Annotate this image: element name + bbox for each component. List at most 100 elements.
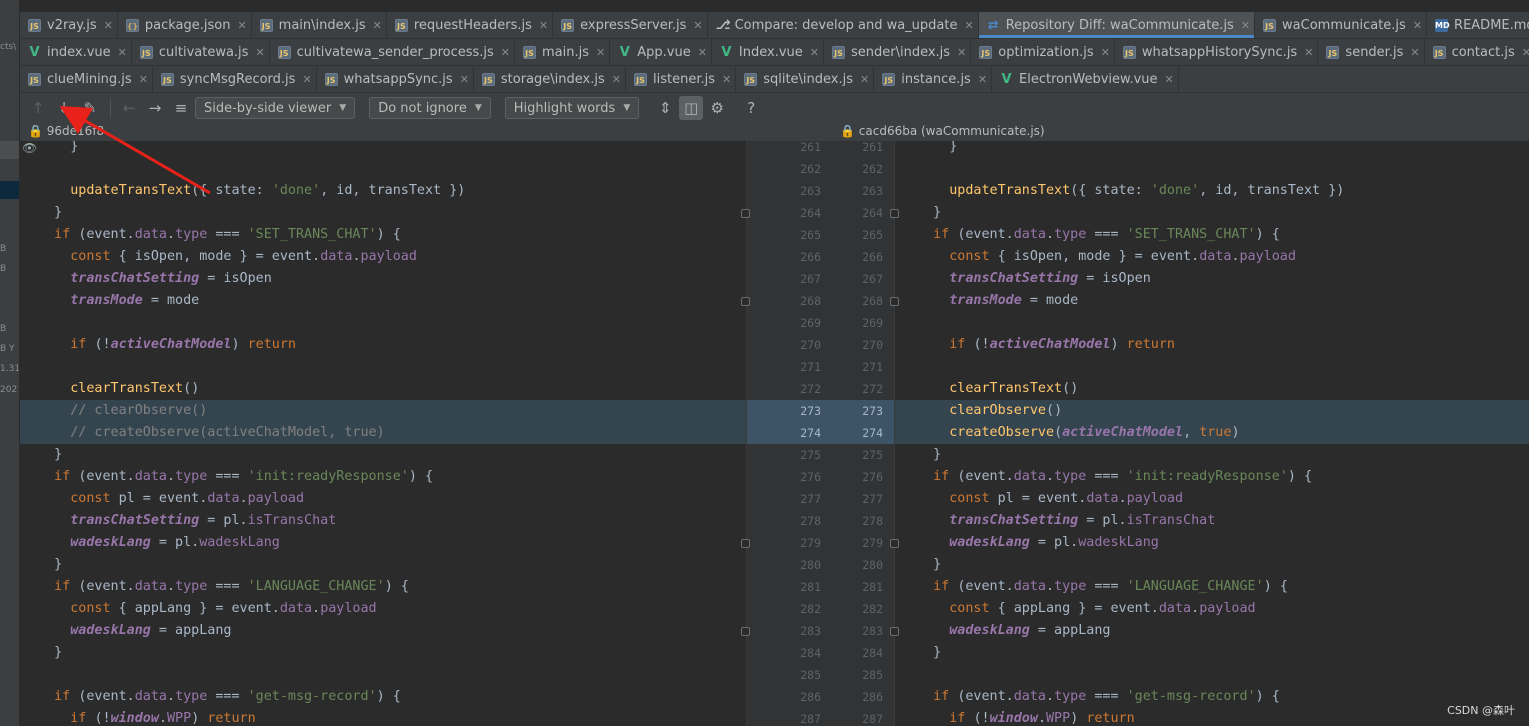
left-code-line[interactable] <box>20 356 746 378</box>
fold-marker-icon[interactable] <box>741 297 750 306</box>
close-icon[interactable]: ✕ <box>698 46 707 59</box>
close-icon[interactable]: ✕ <box>539 19 548 32</box>
close-icon[interactable]: ✕ <box>612 73 621 86</box>
tab-compare-develop-and-wa-update[interactable]: ⎇ Compare: develop and wa_update ✕ <box>708 12 979 38</box>
right-code-line[interactable]: const pl = event.data.payload <box>895 488 1529 510</box>
close-icon[interactable]: ✕ <box>1241 19 1250 32</box>
close-icon[interactable]: ✕ <box>1165 73 1174 86</box>
close-icon[interactable]: ✕ <box>978 73 987 86</box>
tab-index-vue[interactable]: V Index.vue ✕ <box>712 39 824 65</box>
close-icon[interactable]: ✕ <box>860 73 869 86</box>
right-code-line[interactable] <box>895 312 1529 334</box>
left-code-line[interactable]: clearTransText() <box>20 378 746 400</box>
close-icon[interactable]: ✕ <box>139 73 148 86</box>
tree-row-highlighted[interactable] <box>0 181 19 199</box>
close-icon[interactable]: ✕ <box>501 46 510 59</box>
left-code-line[interactable]: wadeskLang = appLang <box>20 620 746 642</box>
right-code-line[interactable]: transChatSetting = pl.isTransChat <box>895 510 1529 532</box>
right-code-line[interactable]: } <box>895 141 1529 158</box>
list-icon[interactable]: ≡ <box>169 96 193 120</box>
project-panel-strip[interactable]: cts\ B B B B Y 1.31 202 <box>0 0 20 726</box>
left-code-line[interactable]: if (!activeChatModel) return <box>20 334 746 356</box>
close-icon[interactable]: ✕ <box>964 19 973 32</box>
left-code-line[interactable] <box>20 664 746 686</box>
close-icon[interactable]: ✕ <box>118 46 127 59</box>
close-icon[interactable]: ✕ <box>1304 46 1313 59</box>
right-code-line[interactable]: clearObserve() <box>895 400 1529 422</box>
tree-row-selected[interactable] <box>0 141 19 159</box>
tab-syncmsgrecord-js[interactable]: JS syncMsgRecord.js ✕ <box>153 66 317 92</box>
right-code-pane[interactable]: } updateTransText({ state: 'done', id, t… <box>895 141 1529 726</box>
right-code-line[interactable]: transChatSetting = isOpen <box>895 268 1529 290</box>
tab-sender-index-js[interactable]: JS sender\index.js ✕ <box>824 39 972 65</box>
right-code-line[interactable]: if (event.data.type === 'init:readyRespo… <box>895 466 1529 488</box>
tab-wacommunicate-js[interactable]: JS waCommunicate.js ✕ <box>1255 12 1428 38</box>
prev-difference-icon[interactable]: ↑ <box>26 96 50 120</box>
close-icon[interactable]: ✕ <box>1410 46 1419 59</box>
fold-marker-icon[interactable] <box>741 627 750 636</box>
close-icon[interactable]: ✕ <box>722 73 731 86</box>
left-code-pane[interactable]: 👁 } updateTransText({ state: 'done', id,… <box>20 141 746 726</box>
sync-scroll-icon[interactable]: ◫ <box>679 96 704 120</box>
tab-instance-js[interactable]: JS instance.js ✕ <box>874 66 993 92</box>
help-icon[interactable]: ? <box>739 96 763 120</box>
viewer-mode-dropdown[interactable]: Side-by-side viewer ▼ <box>195 97 356 119</box>
tab-storage-index-js[interactable]: JS storage\index.js ✕ <box>474 66 626 92</box>
close-icon[interactable]: ✕ <box>460 73 469 86</box>
right-code-line[interactable]: updateTransText({ state: 'done', id, tra… <box>895 180 1529 202</box>
left-code-line[interactable]: } <box>20 141 746 158</box>
left-code-line[interactable] <box>20 312 746 334</box>
left-code-line[interactable]: transChatSetting = isOpen <box>20 268 746 290</box>
tab-app-vue[interactable]: V App.vue ✕ <box>610 39 712 65</box>
close-icon[interactable]: ✕ <box>373 19 382 32</box>
tab-package-json[interactable]: {} package.json ✕ <box>118 12 252 38</box>
tab-whatsapphistorysync-js[interactable]: JS whatsappHistorySync.js ✕ <box>1115 39 1319 65</box>
right-code-line[interactable]: if (!activeChatModel) return <box>895 334 1529 356</box>
left-code-line[interactable]: if (!window.WPP) return <box>20 708 746 726</box>
tab-repository-diff-wacommunicate-js[interactable]: ⇄ Repository Diff: waCommunicate.js ✕ <box>978 12 1256 38</box>
tab-contact-js[interactable]: JS contact.js ✕ <box>1425 39 1529 65</box>
tab-sqlite-index-js[interactable]: JS sqlite\index.js ✕ <box>736 66 875 92</box>
right-code-line[interactable] <box>895 664 1529 686</box>
tab-whatsappsync-js[interactable]: JS whatsappSync.js ✕ <box>317 66 474 92</box>
tab-optimization-js[interactable]: JS optimization.js ✕ <box>971 39 1115 65</box>
close-icon[interactable]: ✕ <box>596 46 605 59</box>
highlight-dropdown[interactable]: Highlight words ▼ <box>504 97 640 119</box>
right-code-line[interactable]: wadeskLang = pl.wadeskLang <box>895 532 1529 554</box>
collapse-unchanged-icon[interactable]: ⇕ <box>653 96 677 120</box>
close-icon[interactable]: ✕ <box>237 19 246 32</box>
tab-readme-md[interactable]: MDREADME.md✕ <box>1427 12 1529 38</box>
close-icon[interactable]: ✕ <box>957 46 966 59</box>
close-icon[interactable]: ✕ <box>1101 46 1110 59</box>
right-code-line[interactable]: if (!window.WPP) return <box>895 708 1529 726</box>
left-code-line[interactable]: if (event.data.type === 'get-msg-record'… <box>20 686 746 708</box>
left-code-line[interactable]: const pl = event.data.payload <box>20 488 746 510</box>
close-icon[interactable]: ✕ <box>255 46 264 59</box>
right-code-line[interactable]: createObserve(activeChatModel, true) <box>895 422 1529 444</box>
left-code-line[interactable]: const { isOpen, mode } = event.data.payl… <box>20 246 746 268</box>
left-code-line[interactable]: const { appLang } = event.data.payload <box>20 598 746 620</box>
right-code-line[interactable]: const { isOpen, mode } = event.data.payl… <box>895 246 1529 268</box>
tab-expressserver-js[interactable]: JS expressServer.js ✕ <box>553 12 708 38</box>
left-code-line[interactable]: transMode = mode <box>20 290 746 312</box>
left-code-line[interactable]: } <box>20 554 746 576</box>
left-code-line[interactable]: // clearObserve() <box>20 400 746 422</box>
right-code-line[interactable]: } <box>895 202 1529 224</box>
left-code-line[interactable]: } <box>20 642 746 664</box>
next-difference-icon[interactable]: ↓ <box>52 96 76 120</box>
left-code-line[interactable]: if (event.data.type === 'SET_TRANS_CHAT'… <box>20 224 746 246</box>
left-code-line[interactable]: } <box>20 202 746 224</box>
forward-icon[interactable]: → <box>143 96 167 120</box>
right-code-line[interactable]: if (event.data.type === 'get-msg-record'… <box>895 686 1529 708</box>
close-icon[interactable]: ✕ <box>302 73 311 86</box>
tab-index-vue[interactable]: Vindex.vue ✕ <box>20 39 132 65</box>
right-code-line[interactable]: if (event.data.type === 'SET_TRANS_CHAT'… <box>895 224 1529 246</box>
close-icon[interactable]: ✕ <box>1413 19 1422 32</box>
tab-listener-js[interactable]: JS listener.js ✕ <box>626 66 737 92</box>
close-icon[interactable]: ✕ <box>104 19 113 32</box>
right-code-line[interactable]: } <box>895 444 1529 466</box>
tab-v2ray-js[interactable]: JS v2ray.js ✕ <box>20 12 118 38</box>
left-code-line[interactable]: if (event.data.type === 'init:readyRespo… <box>20 466 746 488</box>
left-code-line[interactable]: wadeskLang = pl.wadeskLang <box>20 532 746 554</box>
diff-editor[interactable]: 👁 } updateTransText({ state: 'done', id,… <box>20 141 1529 726</box>
